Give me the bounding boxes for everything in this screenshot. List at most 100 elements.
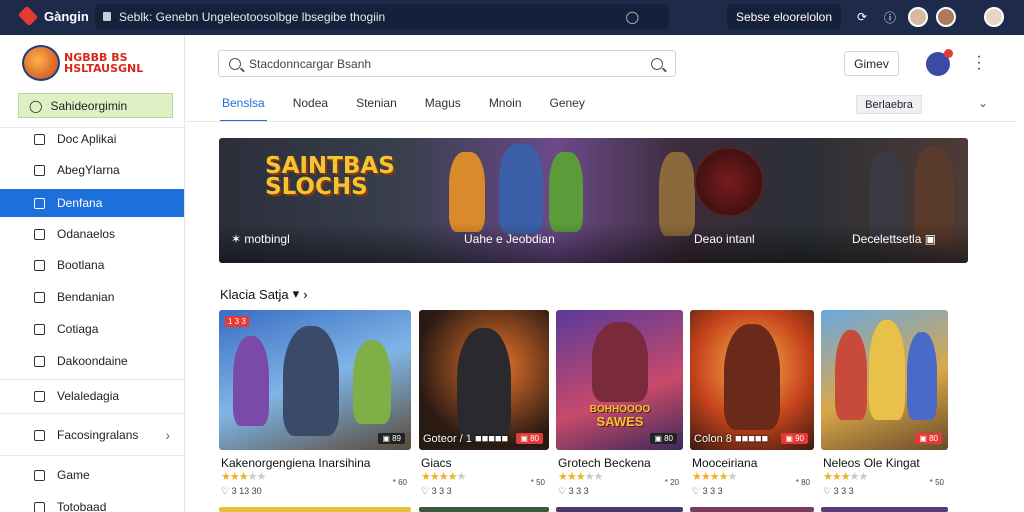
profile-avatar[interactable] bbox=[984, 7, 1004, 27]
user-avatar[interactable] bbox=[936, 7, 956, 27]
card-badge: ▣ 80 bbox=[915, 433, 942, 444]
search-input[interactable]: Stacdonncargar Bsanh bbox=[218, 50, 676, 77]
list-icon bbox=[34, 291, 45, 303]
banner-caption: ✶ motbingl bbox=[231, 232, 290, 246]
tab-0[interactable]: Benslsa bbox=[220, 96, 267, 122]
search-icon bbox=[229, 57, 241, 70]
tab-5[interactable]: Geney bbox=[548, 96, 587, 122]
game-card[interactable]: Colon 8 ■■■■■ ▣ 90 Mooceiriana ★★★★★ * 8… bbox=[690, 310, 814, 500]
review-count: * 50 bbox=[530, 478, 545, 487]
game-thumbnail: ▣ 80 bbox=[821, 310, 948, 450]
mascot-icon bbox=[22, 45, 60, 81]
bulb-icon: ◯ bbox=[29, 98, 43, 113]
character bbox=[724, 324, 780, 430]
sidebar-item-folder[interactable]: AbegYlarna bbox=[0, 156, 184, 184]
character bbox=[869, 320, 905, 420]
next-row-card[interactable] bbox=[690, 507, 814, 512]
sidebar-item-stack[interactable]: Facosingralans › bbox=[0, 421, 184, 449]
banner-character bbox=[499, 144, 543, 234]
banner-game-logo: SAINTBAS SLOCHS bbox=[265, 153, 395, 200]
next-row-card[interactable] bbox=[556, 507, 683, 512]
search-placeholder: Stacdonncargar Bsanh bbox=[249, 56, 372, 71]
note-icon bbox=[34, 259, 45, 271]
account-switcher[interactable]: Sebse eloorelolon bbox=[727, 4, 841, 29]
rating-stars: ★★★★★ bbox=[421, 471, 466, 483]
game-meta: ♡ 3 3 3 bbox=[421, 486, 452, 496]
sidebar-item-active[interactable]: Denfana bbox=[0, 189, 184, 217]
banner-emblem bbox=[694, 147, 764, 217]
banner-character bbox=[549, 152, 583, 232]
next-row-card[interactable] bbox=[219, 507, 411, 512]
game-thumbnail: Goteor / 1 ■■■■■ ▣ 80 bbox=[419, 310, 549, 450]
sidebar-item-file[interactable]: Dakoondaine bbox=[0, 347, 184, 375]
header-button[interactable]: Gimev bbox=[844, 51, 899, 76]
game-meta: ♡ 3 3 3 bbox=[558, 486, 589, 496]
more-menu-icon[interactable]: · · · bbox=[973, 49, 985, 77]
sort-select[interactable]: Berlaebra bbox=[856, 95, 922, 114]
featured-banner[interactable]: SAINTBAS SLOCHS ✶ motbingl Uahe e Jeobdia… bbox=[219, 138, 968, 263]
character bbox=[283, 326, 339, 436]
game-card[interactable]: Goteor / 1 ■■■■■ ▣ 80 Giacs ★★★★★ * 50 ♡… bbox=[419, 310, 549, 500]
divider bbox=[0, 413, 184, 414]
address-bar[interactable]: Seblk: Genebn Ungeleotoosolbge lbsegibe … bbox=[95, 4, 669, 29]
file-icon bbox=[34, 501, 45, 512]
logo-text: NGBBB BS HSLTAUSGNL bbox=[64, 51, 144, 75]
tab-3[interactable]: Magus bbox=[423, 96, 463, 122]
character bbox=[233, 336, 269, 426]
rating-stars: ★★★★★ bbox=[221, 471, 266, 483]
game-thumbnail: BOHHOOOO SAWES ▣ 80 bbox=[556, 310, 683, 450]
star-icon[interactable]: ◯ bbox=[626, 10, 639, 24]
game-card[interactable]: 1 3 3 ▣ 89 Kakenorgengiena Inarsihina ★★… bbox=[219, 310, 411, 500]
divider bbox=[0, 379, 184, 380]
notification-avatar[interactable] bbox=[926, 49, 953, 76]
game-card[interactable]: BOHHOOOO SAWES ▣ 80 Grotech Beckena ★★★★★… bbox=[556, 310, 683, 500]
info-icon[interactable]: ⓘ bbox=[880, 7, 900, 27]
next-row-card[interactable] bbox=[419, 507, 549, 512]
review-count: * 50 bbox=[929, 478, 944, 487]
sidebar-primary-button[interactable]: ◯ Sahideorgimin bbox=[18, 93, 173, 118]
card-badge: ▣ 89 bbox=[378, 433, 405, 444]
card-overlay: Colon 8 ■■■■■ bbox=[694, 433, 769, 445]
app-logo[interactable]: NGBBB BS HSLTAUSGNL bbox=[22, 45, 143, 81]
game-thumbnail: 1 3 3 ▣ 89 bbox=[219, 310, 411, 450]
sidebar-item-doc[interactable]: Doc Aplikai bbox=[0, 125, 184, 153]
game-title: Neleos Ole Kingat bbox=[823, 456, 920, 470]
tab-2[interactable]: Stenian bbox=[354, 96, 399, 122]
square-icon bbox=[34, 197, 45, 209]
brand[interactable]: Gàngin bbox=[17, 5, 89, 27]
sidebar-item-tag[interactable]: Velaledagia bbox=[0, 382, 184, 410]
banner-caption: Decelettsetla ▣ bbox=[852, 232, 937, 246]
review-count: * 20 bbox=[664, 478, 679, 487]
sidebar-item-clipboard[interactable]: Odanaelos bbox=[0, 220, 184, 248]
chevron-right-icon: › bbox=[165, 427, 170, 443]
user-avatar[interactable] bbox=[908, 7, 928, 27]
stack-icon bbox=[34, 429, 45, 441]
notification-badge bbox=[944, 49, 953, 58]
card-badge: ▣ 90 bbox=[781, 433, 808, 444]
card-badge: ▣ 80 bbox=[516, 433, 543, 444]
sidebar-item-checkbox[interactable]: Cotiaga bbox=[0, 315, 184, 343]
card-badge: ▣ 80 bbox=[650, 433, 677, 444]
sidebar-item-game[interactable]: Game bbox=[0, 461, 184, 489]
sidebar-item-list[interactable]: Bendanian bbox=[0, 283, 184, 311]
search-submit-icon[interactable] bbox=[651, 58, 663, 70]
character bbox=[907, 332, 937, 420]
tab-divider bbox=[186, 121, 1016, 122]
game-card[interactable]: ▣ 80 Neleos Ole Kingat ★★★★★ * 50 ♡ 3 3 … bbox=[821, 310, 948, 500]
sidebar-item-total[interactable]: Totobaad bbox=[0, 493, 184, 512]
next-row-card[interactable] bbox=[821, 507, 948, 512]
tab-1[interactable]: Nodea bbox=[291, 96, 330, 122]
account-switcher-label: Sebse eloorelolon bbox=[735, 9, 833, 24]
brand-logo-icon bbox=[17, 5, 39, 27]
review-count: * 80 bbox=[795, 478, 810, 487]
chevron-down-icon[interactable]: ⌄ bbox=[978, 96, 988, 110]
rating-stars: ★★★★★ bbox=[823, 471, 868, 483]
section-header[interactable]: Klacia Satja ▾ › bbox=[220, 286, 308, 302]
tab-bar: Benslsa Nodea Stenian Magus Mnoin Geney bbox=[220, 96, 611, 122]
sidebar-item-note[interactable]: Bootlana bbox=[0, 251, 184, 279]
checkbox-icon bbox=[34, 323, 45, 335]
game-meta: ♡ 3 3 3 bbox=[692, 486, 723, 496]
game-title: Kakenorgengiena Inarsihina bbox=[221, 456, 371, 470]
refresh-icon[interactable]: ⟳ bbox=[852, 7, 872, 27]
tab-4[interactable]: Mnoin bbox=[487, 96, 524, 122]
